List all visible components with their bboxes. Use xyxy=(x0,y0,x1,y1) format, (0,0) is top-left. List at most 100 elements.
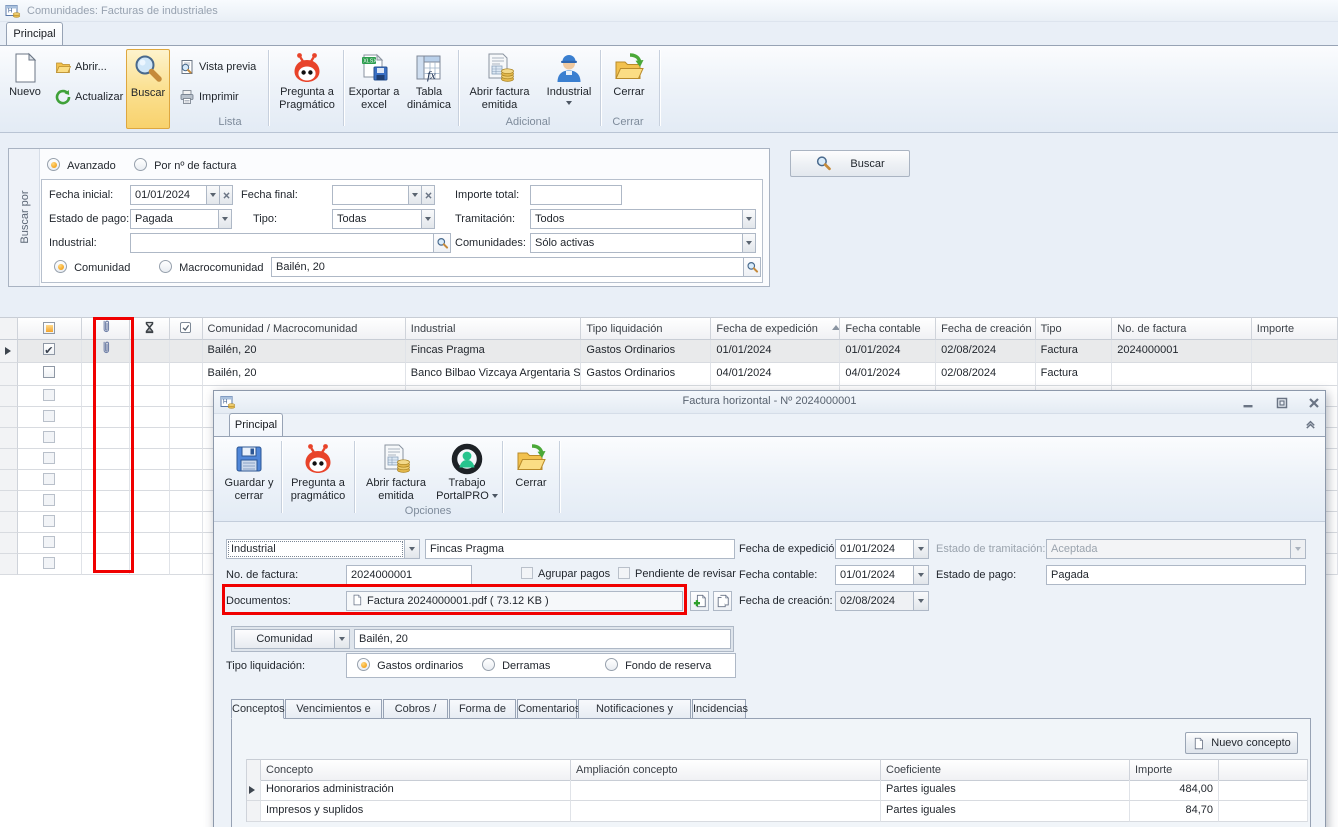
radio-derramas[interactable]: Derramas xyxy=(482,658,550,672)
table-row[interactable]: Bailén, 20 Banco Bilbao Vizcaya Argentar… xyxy=(0,363,1338,386)
column-header-tipo[interactable]: Tipo xyxy=(1036,317,1113,340)
add-document-button[interactable] xyxy=(690,591,709,611)
comunidades-dropdown[interactable] xyxy=(742,233,756,253)
review-column-header[interactable] xyxy=(170,317,203,340)
radio-fondo-reserva[interactable]: Fondo de reserva xyxy=(605,658,711,672)
comunidad-search-button[interactable] xyxy=(743,257,761,277)
column-header-industrial[interactable]: Industrial xyxy=(406,317,582,340)
fecha-contable-dropdown[interactable] xyxy=(913,565,929,585)
table-row[interactable]: Bailén, 20 Fincas Pragma Gastos Ordinari… xyxy=(0,340,1338,363)
num-factura-input[interactable]: 2024000001 xyxy=(346,565,472,585)
tab-vencimientos[interactable]: Vencimientos e importes xyxy=(285,699,382,719)
tramitacion-dropdown[interactable] xyxy=(742,209,756,229)
tab-principal[interactable]: Principal xyxy=(6,22,63,45)
pendiente-revisar-checkbox[interactable]: Pendiente de revisar xyxy=(618,567,736,580)
fecha-creacion-input[interactable]: 02/08/2024 xyxy=(835,591,914,611)
industrial-input[interactable] xyxy=(130,233,434,253)
industrial-selector[interactable]: Industrial xyxy=(226,539,405,559)
imprimir-button[interactable]: Imprimir xyxy=(179,86,239,108)
column-header-ampliacion[interactable]: Ampliación concepto xyxy=(571,759,881,781)
minimize-button[interactable] xyxy=(1236,395,1260,410)
radio-comunidad[interactable]: Comunidad xyxy=(54,260,130,274)
fecha-inicial-input[interactable]: 01/01/2024 xyxy=(130,185,207,205)
dialog-tab-principal[interactable]: Principal xyxy=(229,413,283,436)
importe-total-input[interactable] xyxy=(530,185,622,205)
tipo-select[interactable]: Todas xyxy=(332,209,422,229)
comunidades-select[interactable]: Sólo activas xyxy=(530,233,743,253)
fecha-final-input[interactable] xyxy=(332,185,409,205)
radio-avanzado-icon[interactable] xyxy=(47,158,60,171)
column-header-concepto[interactable]: Concepto xyxy=(261,759,571,781)
estado-pago-dropdown[interactable] xyxy=(218,209,232,229)
industrial-search-button[interactable] xyxy=(433,233,451,253)
estado-pago-select[interactable]: Pagada xyxy=(130,209,219,229)
tab-notificaciones[interactable]: Notificaciones y comunicados xyxy=(578,699,691,719)
copy-document-button[interactable] xyxy=(713,591,732,611)
fecha-expedicion-input[interactable]: 01/01/2024 xyxy=(835,539,914,559)
nuevo-button[interactable]: Nuevo xyxy=(3,49,47,129)
maximize-button[interactable] xyxy=(1270,395,1294,410)
column-header-coeficiente[interactable]: Coeficiente xyxy=(881,759,1130,781)
comunidad-value-field[interactable]: Bailén, 20 xyxy=(354,629,731,649)
radio-comunidad-icon[interactable] xyxy=(54,260,67,273)
radio-macrocomunidad[interactable]: Macrocomunidad xyxy=(159,260,263,274)
column-header-fecha-contable[interactable]: Fecha contable xyxy=(840,317,936,340)
concepto-row[interactable]: Honorarios administración Partes iguales… xyxy=(247,780,1308,801)
select-all-checkbox[interactable] xyxy=(18,317,82,340)
nuevo-concepto-button[interactable]: Nuevo concepto xyxy=(1185,732,1298,754)
attachment-cell[interactable] xyxy=(82,340,130,363)
column-header-comunidad[interactable]: Comunidad / Macrocomunidad xyxy=(203,317,406,340)
radio-macrocomunidad-icon[interactable] xyxy=(159,260,172,273)
fecha-contable-input[interactable]: 01/01/2024 xyxy=(835,565,914,585)
industrial-selector-dropdown[interactable] xyxy=(404,539,420,559)
tab-comentarios[interactable]: Comentarios xyxy=(517,699,577,719)
tramitacion-select[interactable]: Todos xyxy=(530,209,743,229)
tab-conceptos[interactable]: Conceptos xyxy=(231,699,284,719)
column-header-fecha-creacion[interactable]: Fecha de creación xyxy=(936,317,1036,340)
abrir-button[interactable]: Abrir... xyxy=(55,56,107,78)
actualizar-button[interactable]: Actualizar xyxy=(55,86,123,108)
agrupar-pagos-checkbox[interactable]: Agrupar pagos xyxy=(521,567,610,580)
fecha-final-dropdown[interactable] xyxy=(408,185,422,205)
pending-column-header[interactable] xyxy=(130,317,170,340)
buscar-ribbon-button[interactable]: Buscar xyxy=(126,49,170,129)
row-checkbox[interactable] xyxy=(18,363,82,386)
buscar-button[interactable]: Buscar xyxy=(790,150,910,177)
radio-gastos-ordinarios[interactable]: Gastos ordinarios xyxy=(357,658,463,672)
comunidad-selector-button[interactable]: Comunidad xyxy=(234,629,335,649)
pregunta-pragmatico-button[interactable]: Pregunta a Pragmático xyxy=(272,49,342,129)
concepto-row[interactable]: Impresos y suplidos Partes iguales 84,70 xyxy=(247,801,1308,822)
exportar-excel-button[interactable]: Exportar a excel xyxy=(347,49,401,129)
column-header-importe[interactable]: Importe xyxy=(1252,317,1338,340)
radio-por-num-factura[interactable]: Por nº de factura xyxy=(134,158,236,172)
cerrar-button[interactable]: Cerrar xyxy=(506,440,556,520)
fecha-inicial-dropdown[interactable] xyxy=(206,185,220,205)
documentos-field[interactable]: Factura 2024000001.pdf ( 73.12 KB ) xyxy=(346,591,683,611)
radio-avanzado[interactable]: Avanzado xyxy=(47,158,116,172)
guardar-cerrar-button[interactable]: Guardar y cerrar xyxy=(219,440,279,520)
column-header-num-factura[interactable]: No. de factura xyxy=(1112,317,1251,340)
column-header-importe[interactable]: Importe xyxy=(1130,759,1219,781)
industrial-value-field[interactable]: Fincas Pragma xyxy=(425,539,735,559)
collapse-ribbon-button[interactable] xyxy=(1304,417,1317,433)
tab-forma-pago[interactable]: Forma de pago xyxy=(449,699,516,719)
fecha-creacion-dropdown[interactable] xyxy=(913,591,929,611)
tab-incidencias[interactable]: Incidencias xyxy=(692,699,746,719)
fecha-expedicion-dropdown[interactable] xyxy=(913,539,929,559)
column-header-tipo-liquidacion[interactable]: Tipo liquidación xyxy=(581,317,711,340)
comunidad-selector-dropdown[interactable] xyxy=(334,629,350,649)
comunidad-search-input[interactable]: Bailén, 20 xyxy=(271,257,744,277)
radio-fondo-icon[interactable] xyxy=(605,658,618,671)
fecha-inicial-clear[interactable] xyxy=(219,185,233,205)
tipo-dropdown[interactable] xyxy=(421,209,435,229)
column-header-fecha-expedicion[interactable]: Fecha de expedición xyxy=(711,317,840,340)
radio-por-num-icon[interactable] xyxy=(134,158,147,171)
row-checkbox[interactable] xyxy=(18,340,82,363)
radio-derramas-icon[interactable] xyxy=(482,658,495,671)
pregunta-pragmatico-button[interactable]: Pregunta a pragmático xyxy=(284,440,352,520)
tabla-dinamica-button[interactable]: Tabla dinámica xyxy=(402,49,456,129)
radio-gastos-icon[interactable] xyxy=(357,658,370,671)
vista-previa-button[interactable]: Vista previa xyxy=(179,56,256,78)
attachments-column-header[interactable] xyxy=(82,317,130,340)
close-button[interactable] xyxy=(1302,395,1326,410)
